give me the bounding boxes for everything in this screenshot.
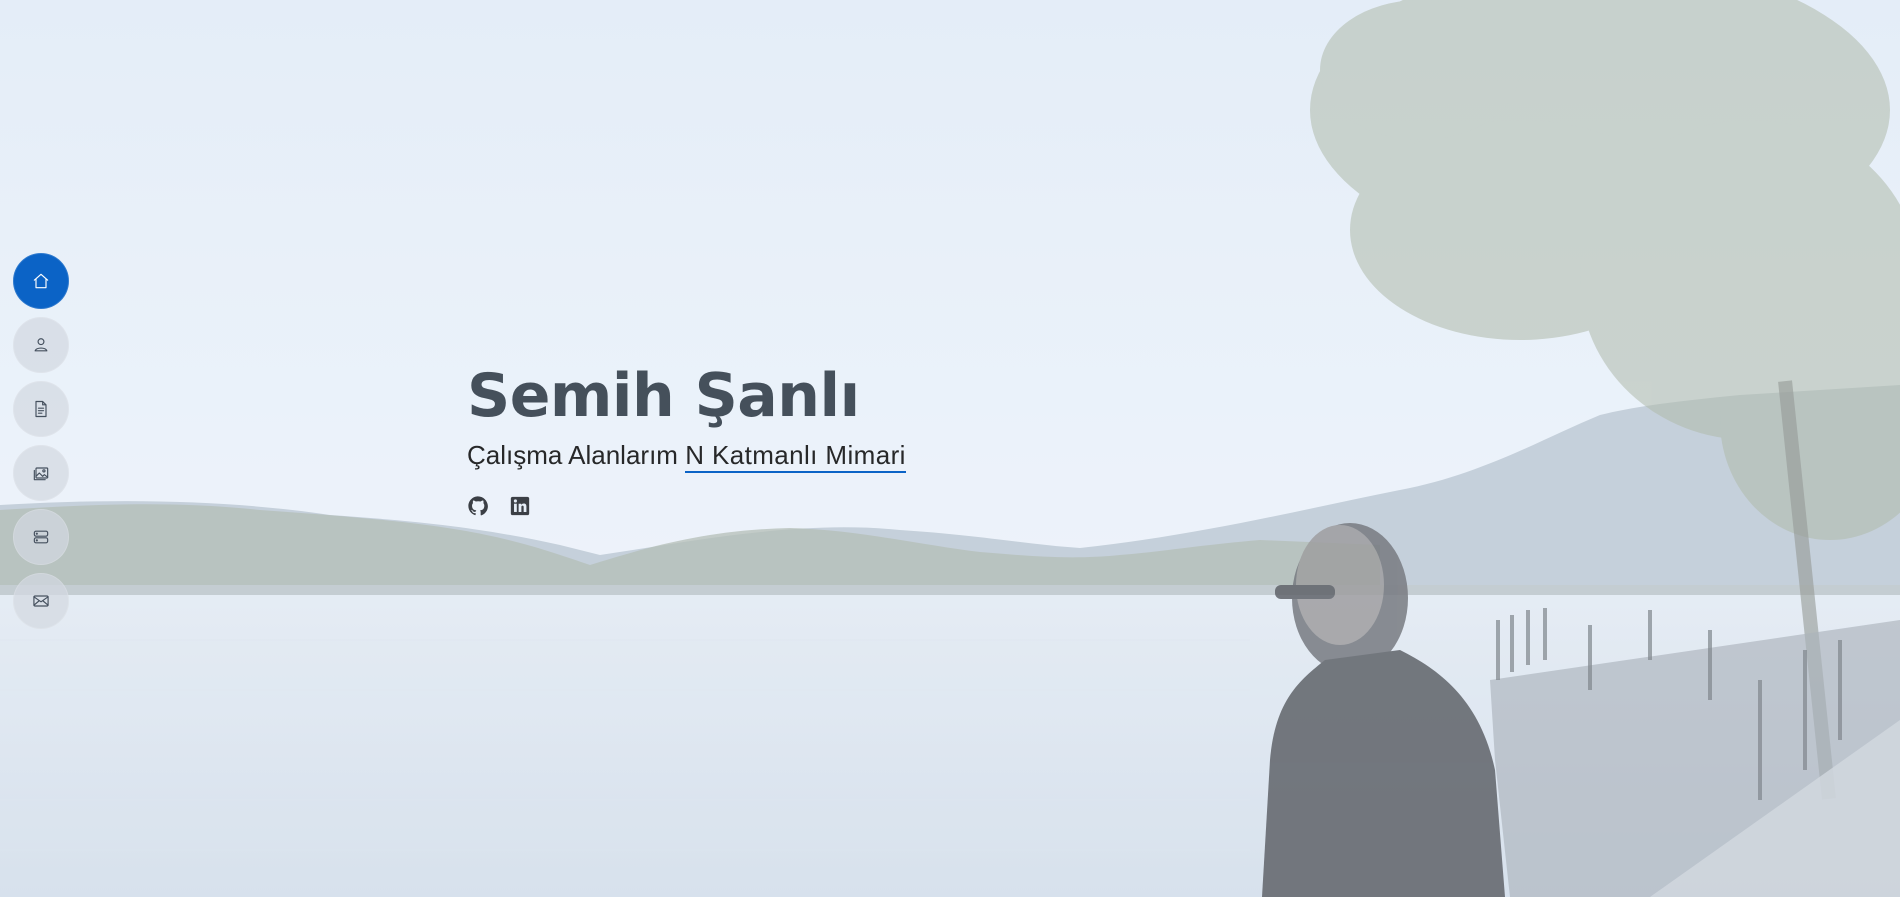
linkedin-icon [510,496,530,516]
home-icon [33,273,49,289]
typed-role-text: N Katmanlı Mimari [685,440,906,473]
github-link[interactable] [467,495,489,517]
side-navigation [13,253,69,629]
hero-section: Semih Şanlı Çalışma Alanlarım N Katmanlı… [0,0,1900,897]
subtitle-prefix: Çalışma Alanlarım [467,440,678,470]
github-icon [468,496,488,516]
file-text-icon [35,400,47,418]
nav-portfolio-button[interactable] [13,445,69,501]
nav-home-button[interactable] [13,253,69,309]
nav-contact-button[interactable] [13,573,69,629]
hero-content: Semih Şanlı Çalışma Alanlarım N Katmanlı… [467,365,1167,517]
hero-name: Semih Şanlı [467,361,860,431]
hero-subtitle: Çalışma Alanlarım N Katmanlı Mimari [467,440,1167,473]
person-icon [34,338,48,352]
nav-services-button[interactable] [13,509,69,565]
linkedin-link[interactable] [509,495,531,517]
envelope-icon [33,595,49,607]
social-links [467,495,1167,517]
nav-resume-button[interactable] [13,381,69,437]
nav-about-button[interactable] [13,317,69,373]
images-icon [33,467,49,481]
server-icon [33,530,49,544]
